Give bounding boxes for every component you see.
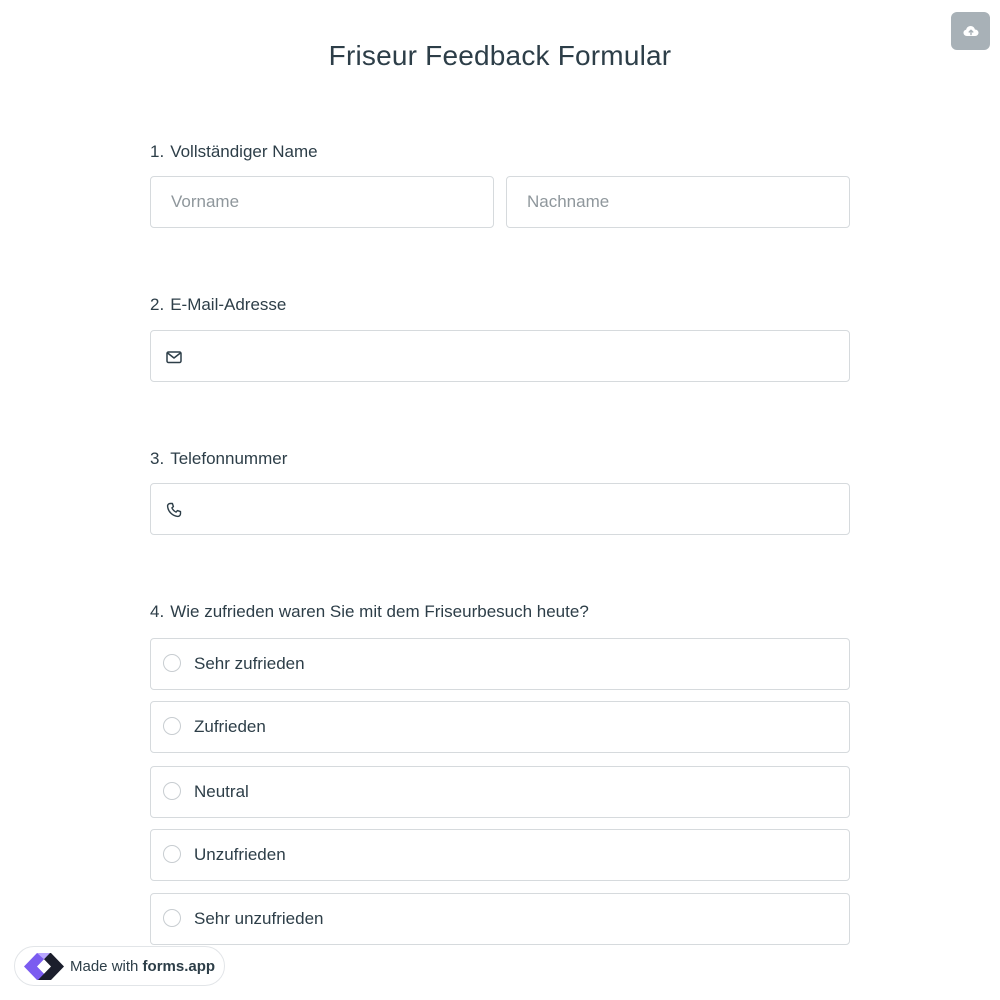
option-label: Sehr unzufrieden [194,909,324,928]
question-3-label: 3. Telefonnummer [150,449,287,469]
form-title: Friseur Feedback Formular [328,40,672,71]
option-zufrieden[interactable]: Zufrieden [150,701,850,753]
radio-button[interactable] [163,782,181,800]
option-unzufrieden[interactable]: Unzufrieden [150,829,850,881]
first-name-field[interactable]: Vorname [150,176,494,228]
question-2-number: 2. [150,295,165,314]
badge-text: Made with forms.app [70,958,215,975]
email-field[interactable] [150,330,850,382]
option-sehr-zufrieden[interactable]: Sehr zufrieden [150,638,850,690]
option-label: Unzufrieden [194,845,286,864]
last-name-placeholder: Nachname [527,192,610,211]
option-label: Sehr zufrieden [194,654,305,673]
radio-button[interactable] [163,654,181,672]
forms-app-logo [24,953,64,980]
question-4-number: 4. [150,602,165,621]
phone-field[interactable] [150,483,850,535]
question-4-text: Wie zufrieden waren Sie mit dem Friseurb… [170,602,589,621]
radio-button[interactable] [163,845,181,863]
question-2-label: 2. E-Mail-Adresse [150,295,286,315]
question-1-number: 1. [150,142,165,161]
question-3-number: 3. [150,449,165,468]
cloud-upload-icon [963,26,978,36]
option-label: Neutral [194,782,249,801]
question-3-text: Telefonnummer [170,449,288,468]
option-sehr-unzufrieden[interactable]: Sehr unzufrieden [150,893,850,945]
phone-icon [166,502,182,518]
question-2-text: E-Mail-Adresse [170,295,287,314]
question-1-text: Vollständiger Name [170,142,318,161]
radio-button[interactable] [163,717,181,735]
made-with-forms-app-badge[interactable]: Made with forms.app [14,946,225,986]
envelope-icon [166,351,182,364]
question-4-label: 4. Wie zufrieden waren Sie mit dem Friseu… [150,602,589,622]
first-name-placeholder: Vorname [171,192,240,211]
badge-prefix: Made with [70,958,139,975]
option-label: Zufrieden [194,717,266,736]
radio-button[interactable] [163,909,181,927]
form-page: Friseur Feedback Formular 1. Vollständige… [0,0,1000,1000]
last-name-field[interactable]: Nachname [506,176,850,228]
question-1-label: 1. Vollständiger Name [150,142,318,162]
option-neutral[interactable]: Neutral [150,766,850,818]
badge-brand: forms.app [142,958,216,975]
